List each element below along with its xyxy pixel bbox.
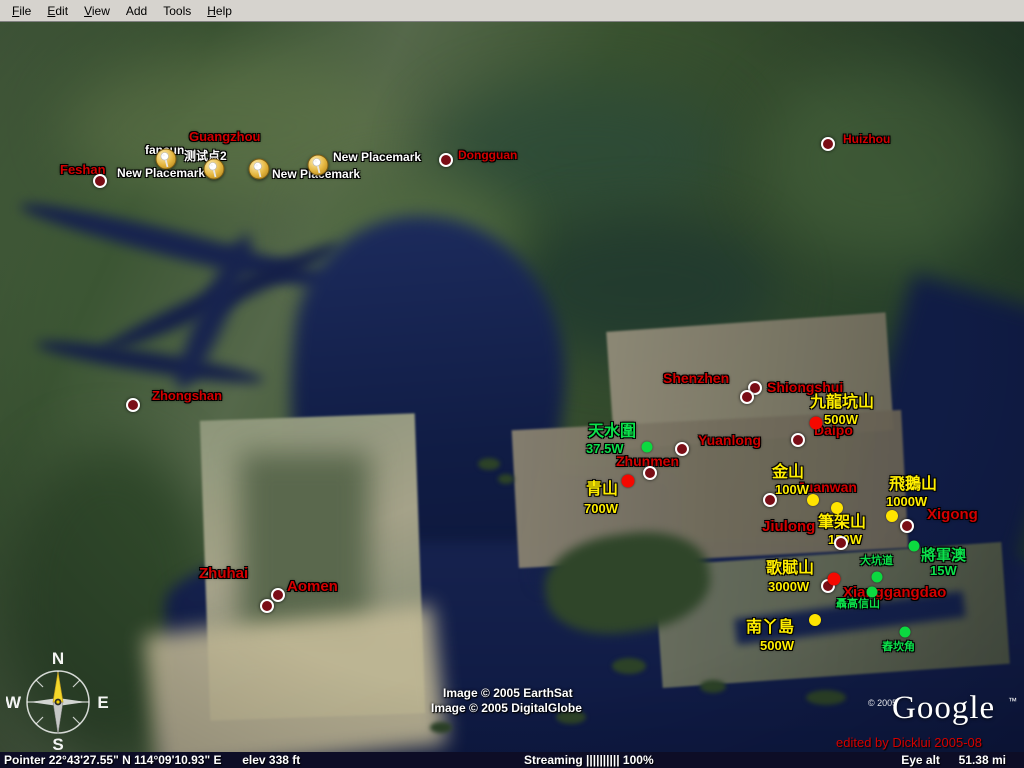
marker-jinshan-tx1[interactable]	[807, 494, 819, 506]
google-trademark: ™	[1008, 696, 1017, 706]
marker-nanyadao-tx[interactable]	[809, 614, 821, 626]
pushpin-glyph	[250, 160, 271, 181]
marker-shenzhen-b[interactable]	[740, 390, 754, 404]
menu-help[interactable]: Help	[199, 2, 240, 20]
marker-gefushan-tx[interactable]	[828, 573, 841, 586]
label-jinshan-name[interactable]: 金山	[772, 465, 804, 481]
marker-daipo[interactable]	[791, 433, 805, 447]
marker-feios-tx[interactable]	[886, 510, 898, 522]
pushpin-new-placemark-2[interactable]	[249, 159, 270, 180]
marker-qingshan-tx[interactable]	[622, 475, 635, 488]
label-jiangjunao-name[interactable]: 將軍澳	[921, 548, 966, 563]
label-chunkanjiao[interactable]: 舂坎角	[882, 642, 915, 653]
pointer-status: Pointer 22°43'27.55" N 114°09'10.93" E e…	[4, 753, 300, 767]
pushpin-fancun[interactable]	[156, 149, 177, 170]
marker-jlks-tx[interactable]	[810, 417, 823, 430]
menu-edit[interactable]: Edit	[39, 2, 76, 20]
marker-huizhou[interactable]	[821, 137, 835, 151]
pushpin-new-placemark-3[interactable]	[308, 155, 329, 176]
pushpin-glyph	[157, 150, 178, 171]
edited-note: edited by Dicklui 2005-08	[836, 735, 982, 750]
compass-n: N	[52, 649, 64, 668]
menu-file[interactable]: File	[4, 2, 39, 20]
marker-aomen-b[interactable]	[260, 599, 274, 613]
label-jlks-watt[interactable]: 500W	[824, 413, 858, 426]
marker-tianshuiwei-tx[interactable]	[642, 442, 653, 453]
status-bar: Pointer 22°43'27.55" N 114°09'10.93" E e…	[0, 752, 1024, 768]
marker-xigong[interactable]	[900, 519, 914, 533]
label-dakengdao[interactable]: 大坑道	[860, 556, 893, 567]
label-bijiashan-name[interactable]: 筆架山	[818, 515, 866, 531]
marker-zhunmen[interactable]	[643, 466, 657, 480]
label-yuanlong[interactable]: Yuanlong	[698, 433, 761, 447]
marker-dongguan[interactable]	[439, 153, 453, 167]
label-xigong[interactable]: Xigong	[927, 507, 978, 522]
elev-label: elev	[242, 753, 265, 767]
label-zhongshan[interactable]: Zhongshan	[152, 389, 222, 402]
label-zhuhai[interactable]: Zhuhai	[199, 566, 248, 581]
marker-zhongshan[interactable]	[126, 398, 140, 412]
eye-alt-status: Eye alt 51.38 mi	[901, 753, 1006, 767]
marker-jinshan[interactable]	[763, 493, 777, 507]
label-gefushan-name[interactable]: 歌賦山	[766, 561, 814, 577]
marker-bijiashan[interactable]	[834, 536, 848, 550]
label-shenzhen[interactable]: Shenzhen	[663, 371, 729, 385]
label-shiongshui[interactable]: Shiongshui	[767, 380, 843, 394]
marker-dakengdao-tx[interactable]	[872, 572, 883, 583]
compass-w: W	[6, 693, 22, 712]
marker-jiangjunao-tx[interactable]	[909, 541, 920, 552]
menu-view[interactable]: View	[76, 2, 118, 20]
label-new-placemark-3[interactable]: New Placemark	[333, 151, 421, 163]
menu-tools[interactable]: Tools	[155, 2, 199, 20]
marker-feshan[interactable]	[93, 174, 107, 188]
elev-value: 338 ft	[269, 753, 300, 767]
compass-s: S	[52, 735, 63, 752]
label-tianshuiwei-name[interactable]: 天水圍	[588, 424, 636, 440]
attribution-earthsat: Image © 2005 EarthSat	[443, 686, 573, 700]
label-nanyadao-name[interactable]: 南丫島	[746, 620, 794, 636]
label-huizhou[interactable]: Huizhou	[843, 133, 890, 145]
google-brand: Google	[892, 690, 995, 727]
label-jinshan-watt[interactable]: 100W	[775, 483, 809, 496]
eye-alt-label: Eye alt	[901, 753, 940, 767]
label-jlks-name[interactable]: 九龍坑山	[810, 395, 874, 411]
pushpin-glyph	[205, 160, 226, 181]
label-qingshan-watt[interactable]: 700W	[584, 502, 618, 515]
label-jiangjunao-watt[interactable]: 15W	[930, 564, 957, 577]
marker-jinshan-tx2[interactable]	[831, 502, 843, 514]
menu-bar: FileEditViewAddToolsHelp	[0, 0, 1024, 22]
pushpin-glyph	[309, 156, 330, 177]
label-guangzhou[interactable]: Guangzhou	[189, 130, 261, 143]
label-jiulong[interactable]: Jiulong	[762, 519, 815, 534]
label-gefushan-watt[interactable]: 3000W	[768, 580, 809, 593]
compass-icon[interactable]: N E S W	[6, 648, 110, 752]
label-aomen[interactable]: Aomen	[287, 579, 338, 594]
marker-xianggang-tx[interactable]	[867, 587, 878, 598]
streaming-status: Streaming |||||||||| 100%	[524, 753, 654, 767]
label-qingshan-name[interactable]: 青山	[586, 482, 618, 498]
compass-e: E	[97, 693, 108, 712]
menu-add[interactable]: Add	[118, 2, 155, 20]
label-feios-name[interactable]: 飛鵝山	[889, 477, 937, 493]
marker-chunkanjiao-tx[interactable]	[900, 627, 911, 638]
label-tianshuiwei-watt[interactable]: 37.5W	[586, 442, 624, 455]
label-nanyadao-watt[interactable]: 500W	[760, 639, 794, 652]
attribution-digitalglobe: Image © 2005 DigitalGlobe	[431, 701, 582, 715]
label-niegaoxinshan[interactable]: 聶高信山	[836, 599, 880, 610]
eye-alt-value: 51.38 mi	[959, 753, 1006, 767]
label-feios-watt[interactable]: 1000W	[886, 495, 927, 508]
marker-layer: FeshanGuangzhouDongguanHuizhouZhongshanS…	[0, 22, 1024, 752]
label-dongguan[interactable]: Dongguan	[458, 149, 517, 161]
marker-aomen-a[interactable]	[271, 588, 285, 602]
pointer-coordinates: 22°43'27.55" N 114°09'10.93" E	[49, 753, 222, 767]
earth-viewport[interactable]: FeshanGuangzhouDongguanHuizhouZhongshanS…	[0, 22, 1024, 752]
pointer-label: Pointer	[4, 753, 45, 767]
marker-yuanlong[interactable]	[675, 442, 689, 456]
pushpin-ceshidian2[interactable]	[204, 159, 225, 180]
